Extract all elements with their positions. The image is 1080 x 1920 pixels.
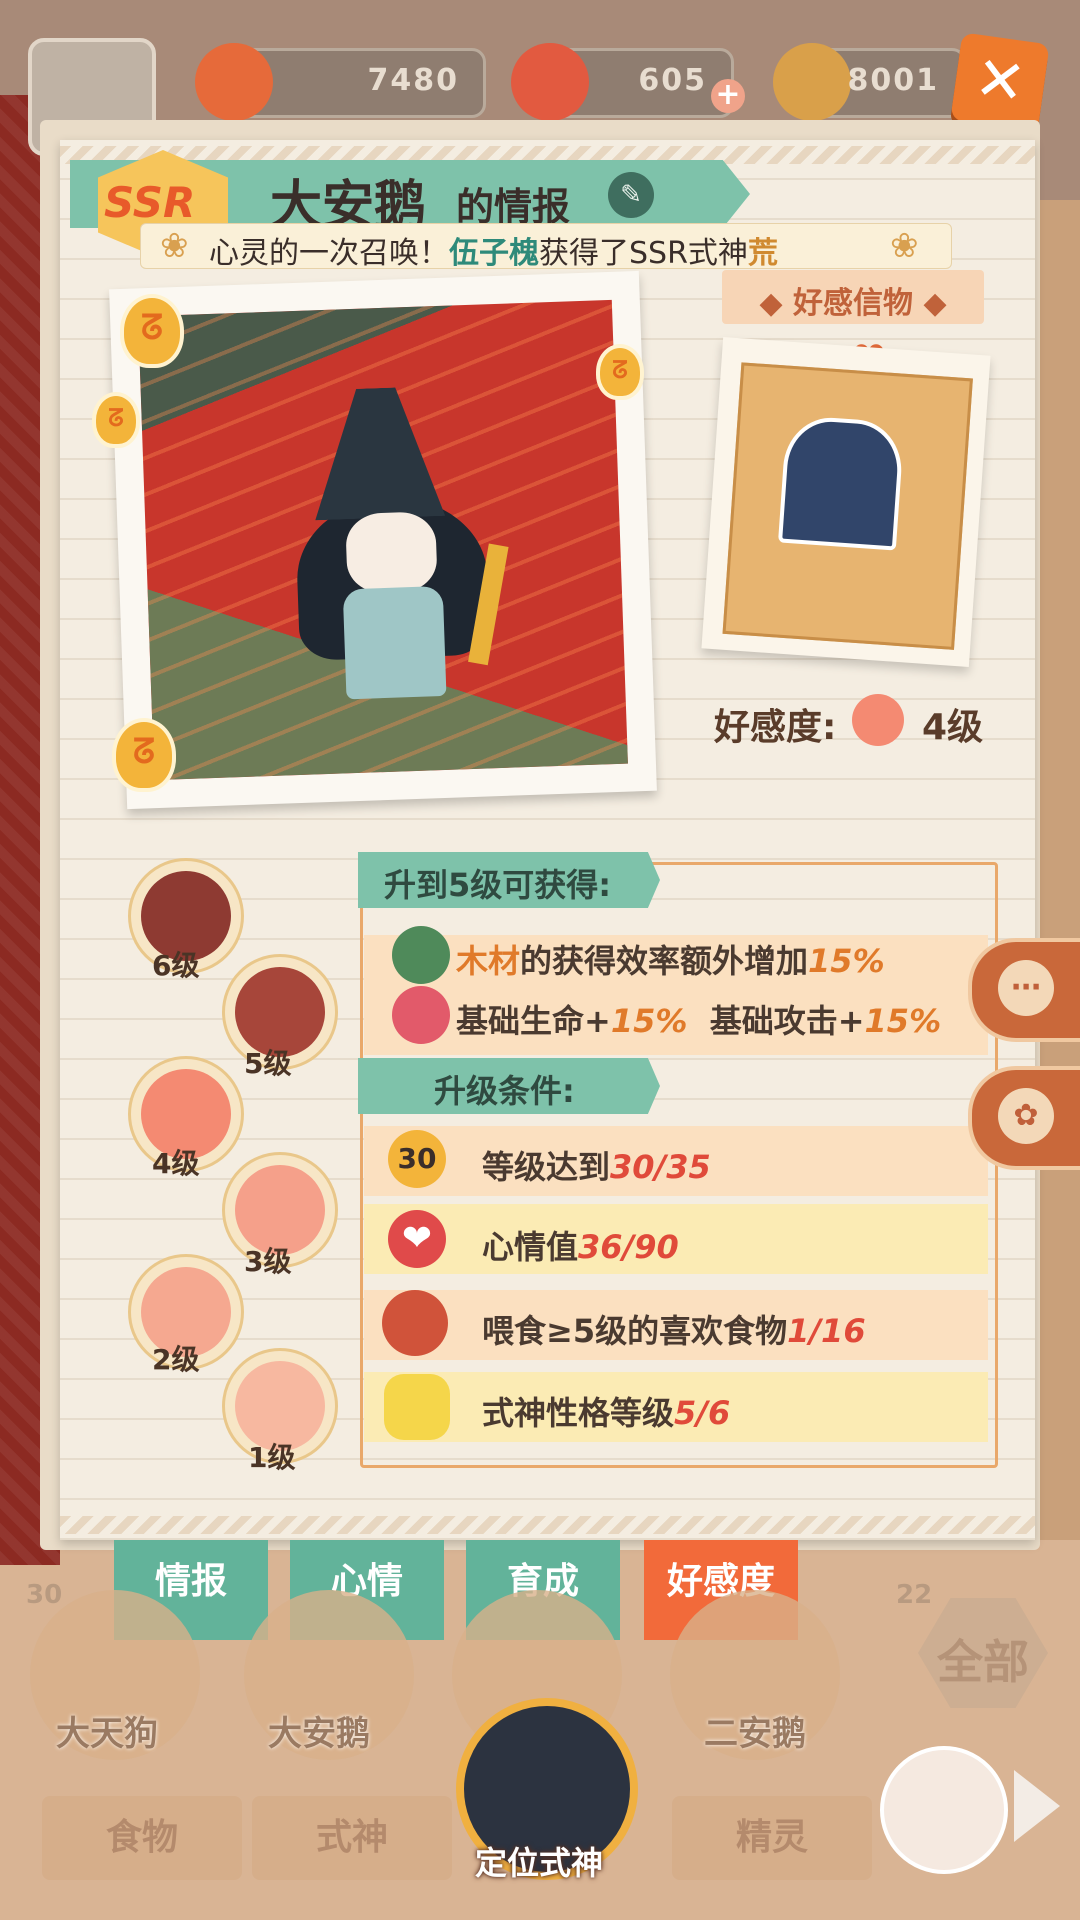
character-body — [342, 585, 447, 700]
roster-name-2: 大安鹅 — [268, 1714, 370, 1754]
condition-title: 升级条件: — [434, 1072, 575, 1110]
announcement-end: 荒 — [747, 236, 778, 269]
condition-level-value: 30/35 — [610, 1148, 711, 1186]
food-icon — [382, 1290, 448, 1356]
sword-icon — [392, 986, 450, 1044]
tab-shikigami[interactable]: 式神 — [252, 1796, 452, 1880]
favor-level: 好感度: 4级 — [700, 690, 1018, 750]
level-4-label: 4级 — [152, 1147, 200, 1180]
level-badge: 30 — [26, 1580, 63, 1610]
gift-button[interactable]: ✿ — [968, 1066, 1080, 1170]
add-resource-button[interactable]: + — [711, 79, 745, 113]
condition-level-label: 等级达到 — [482, 1148, 611, 1186]
reward-2-text-2: 基础攻击+ — [709, 1002, 865, 1040]
companion-avatar[interactable] — [880, 1746, 1008, 1874]
plum-coin-icon — [195, 43, 273, 121]
resource-plum-value: 7480 — [367, 63, 459, 98]
condition-level: 等级达到30/35 — [482, 1142, 711, 1188]
character-photo — [109, 270, 657, 810]
close-icon: ✕ — [970, 42, 1030, 120]
level-5-label: 5级 — [244, 1047, 292, 1080]
flower-icon — [852, 694, 904, 746]
gift-title: ◆ 好感信物 ◆ — [722, 270, 984, 324]
gift-card[interactable] — [701, 337, 991, 667]
condition-food-value: 1/16 — [787, 1312, 866, 1350]
roster-name-4: 二安鹅 — [704, 1714, 806, 1754]
reward-2-value-1: 15% — [610, 1002, 688, 1040]
gift-title-text: ◆ 好感信物 ◆ — [759, 286, 947, 321]
fire-icon: ᘔ — [120, 294, 184, 368]
duck-icon — [384, 1374, 450, 1440]
condition-personality-label: 式神性格等级 — [482, 1394, 675, 1432]
resource-plum: 7480 — [195, 43, 486, 121]
condition-personality: 式神性格等级5/6 — [482, 1388, 730, 1434]
reward-1-value: 15% — [808, 942, 885, 980]
fire-icon: ᘔ — [596, 344, 644, 400]
announcement-player: 伍子槐 — [449, 236, 539, 269]
announcement-text: 心灵的一次召唤！伍子槐获得了SSR式神荒 — [209, 228, 778, 269]
level-badge: 22 — [896, 1580, 933, 1610]
wood-icon — [392, 926, 450, 984]
locate-shikigami-label: 定位式神 — [474, 1844, 603, 1882]
reward-2-text-1: 基础生命+ — [456, 1002, 611, 1040]
reward-1-text: 的获得效率额外增加 — [520, 942, 809, 980]
condition-mood: 心情值36/90 — [482, 1222, 679, 1268]
chat-button[interactable]: ⋯ — [968, 938, 1080, 1042]
reward-row-1: 木材的获得效率额外增加15% — [456, 936, 885, 982]
level-6-label: 6级 — [152, 949, 200, 982]
condition-food: 喂食≥5级的喜欢食物1/16 — [482, 1306, 866, 1352]
coin-icon — [773, 43, 851, 121]
resource-nine: 605 + — [511, 43, 745, 121]
announcement-marquee: 心灵的一次召唤！伍子槐获得了SSR式神荒 — [140, 223, 952, 269]
announcement-mid: 获得了SSR式神 — [539, 236, 748, 269]
photo-scene — [138, 299, 628, 781]
heart-icon: ❤ — [388, 1210, 446, 1268]
condition-personality-value: 5/6 — [674, 1394, 731, 1432]
level-3-label: 3级 — [244, 1245, 292, 1278]
resource-nine-value: 605 — [638, 63, 707, 98]
announcement-prefix: 心灵的一次召唤！ — [209, 236, 449, 269]
reward-2-value-2: 15% — [864, 1002, 942, 1040]
filter-all-label: 全部 — [937, 1635, 1029, 1689]
level-2-label: 2级 — [152, 1343, 200, 1376]
reward-1-resource: 木材 — [456, 942, 521, 980]
reward-title: 升到5级可获得: — [384, 866, 612, 904]
character-face — [345, 511, 438, 595]
condition-mood-value: 36/90 — [578, 1228, 679, 1266]
resource-coin: 8001 — [773, 43, 966, 121]
next-arrow-icon[interactable] — [1014, 1770, 1060, 1842]
level-1-label: 1级 — [248, 1441, 296, 1474]
tab-spirit[interactable]: 精灵 — [672, 1796, 872, 1880]
level-30-icon: 30 — [388, 1130, 446, 1188]
resource-coin-value: 8001 — [847, 63, 939, 98]
fire-icon: ᘔ — [92, 392, 140, 448]
reward-row-2: 基础生命+15% 基础攻击+15% — [456, 996, 941, 1042]
edit-icon[interactable]: ✎ — [608, 172, 654, 218]
chat-icon: ⋯ — [998, 960, 1054, 1016]
favor-level-value: 4级 — [922, 707, 984, 748]
close-button[interactable]: ✕ — [950, 32, 1050, 132]
tab-food[interactable]: 食物 — [42, 1796, 242, 1880]
gift-icon: ✿ — [998, 1088, 1054, 1144]
gift-puzzle — [722, 362, 973, 650]
zigzag-bottom — [60, 1516, 1035, 1534]
flower-right-icon: ❀ — [890, 226, 919, 266]
flower-left-icon: ❀ — [160, 226, 189, 266]
robe-icon — [778, 414, 905, 551]
nine-token-icon — [511, 43, 589, 121]
condition-food-label: 喂食≥5级的喜欢食物 — [482, 1312, 788, 1350]
roster-name-1: 大天狗 — [56, 1714, 158, 1754]
condition-mood-label: 心情值 — [482, 1228, 579, 1266]
favor-label: 好感度: — [714, 707, 837, 748]
rarity-label: SSR — [104, 178, 196, 227]
fire-icon: ᘔ — [112, 718, 176, 792]
